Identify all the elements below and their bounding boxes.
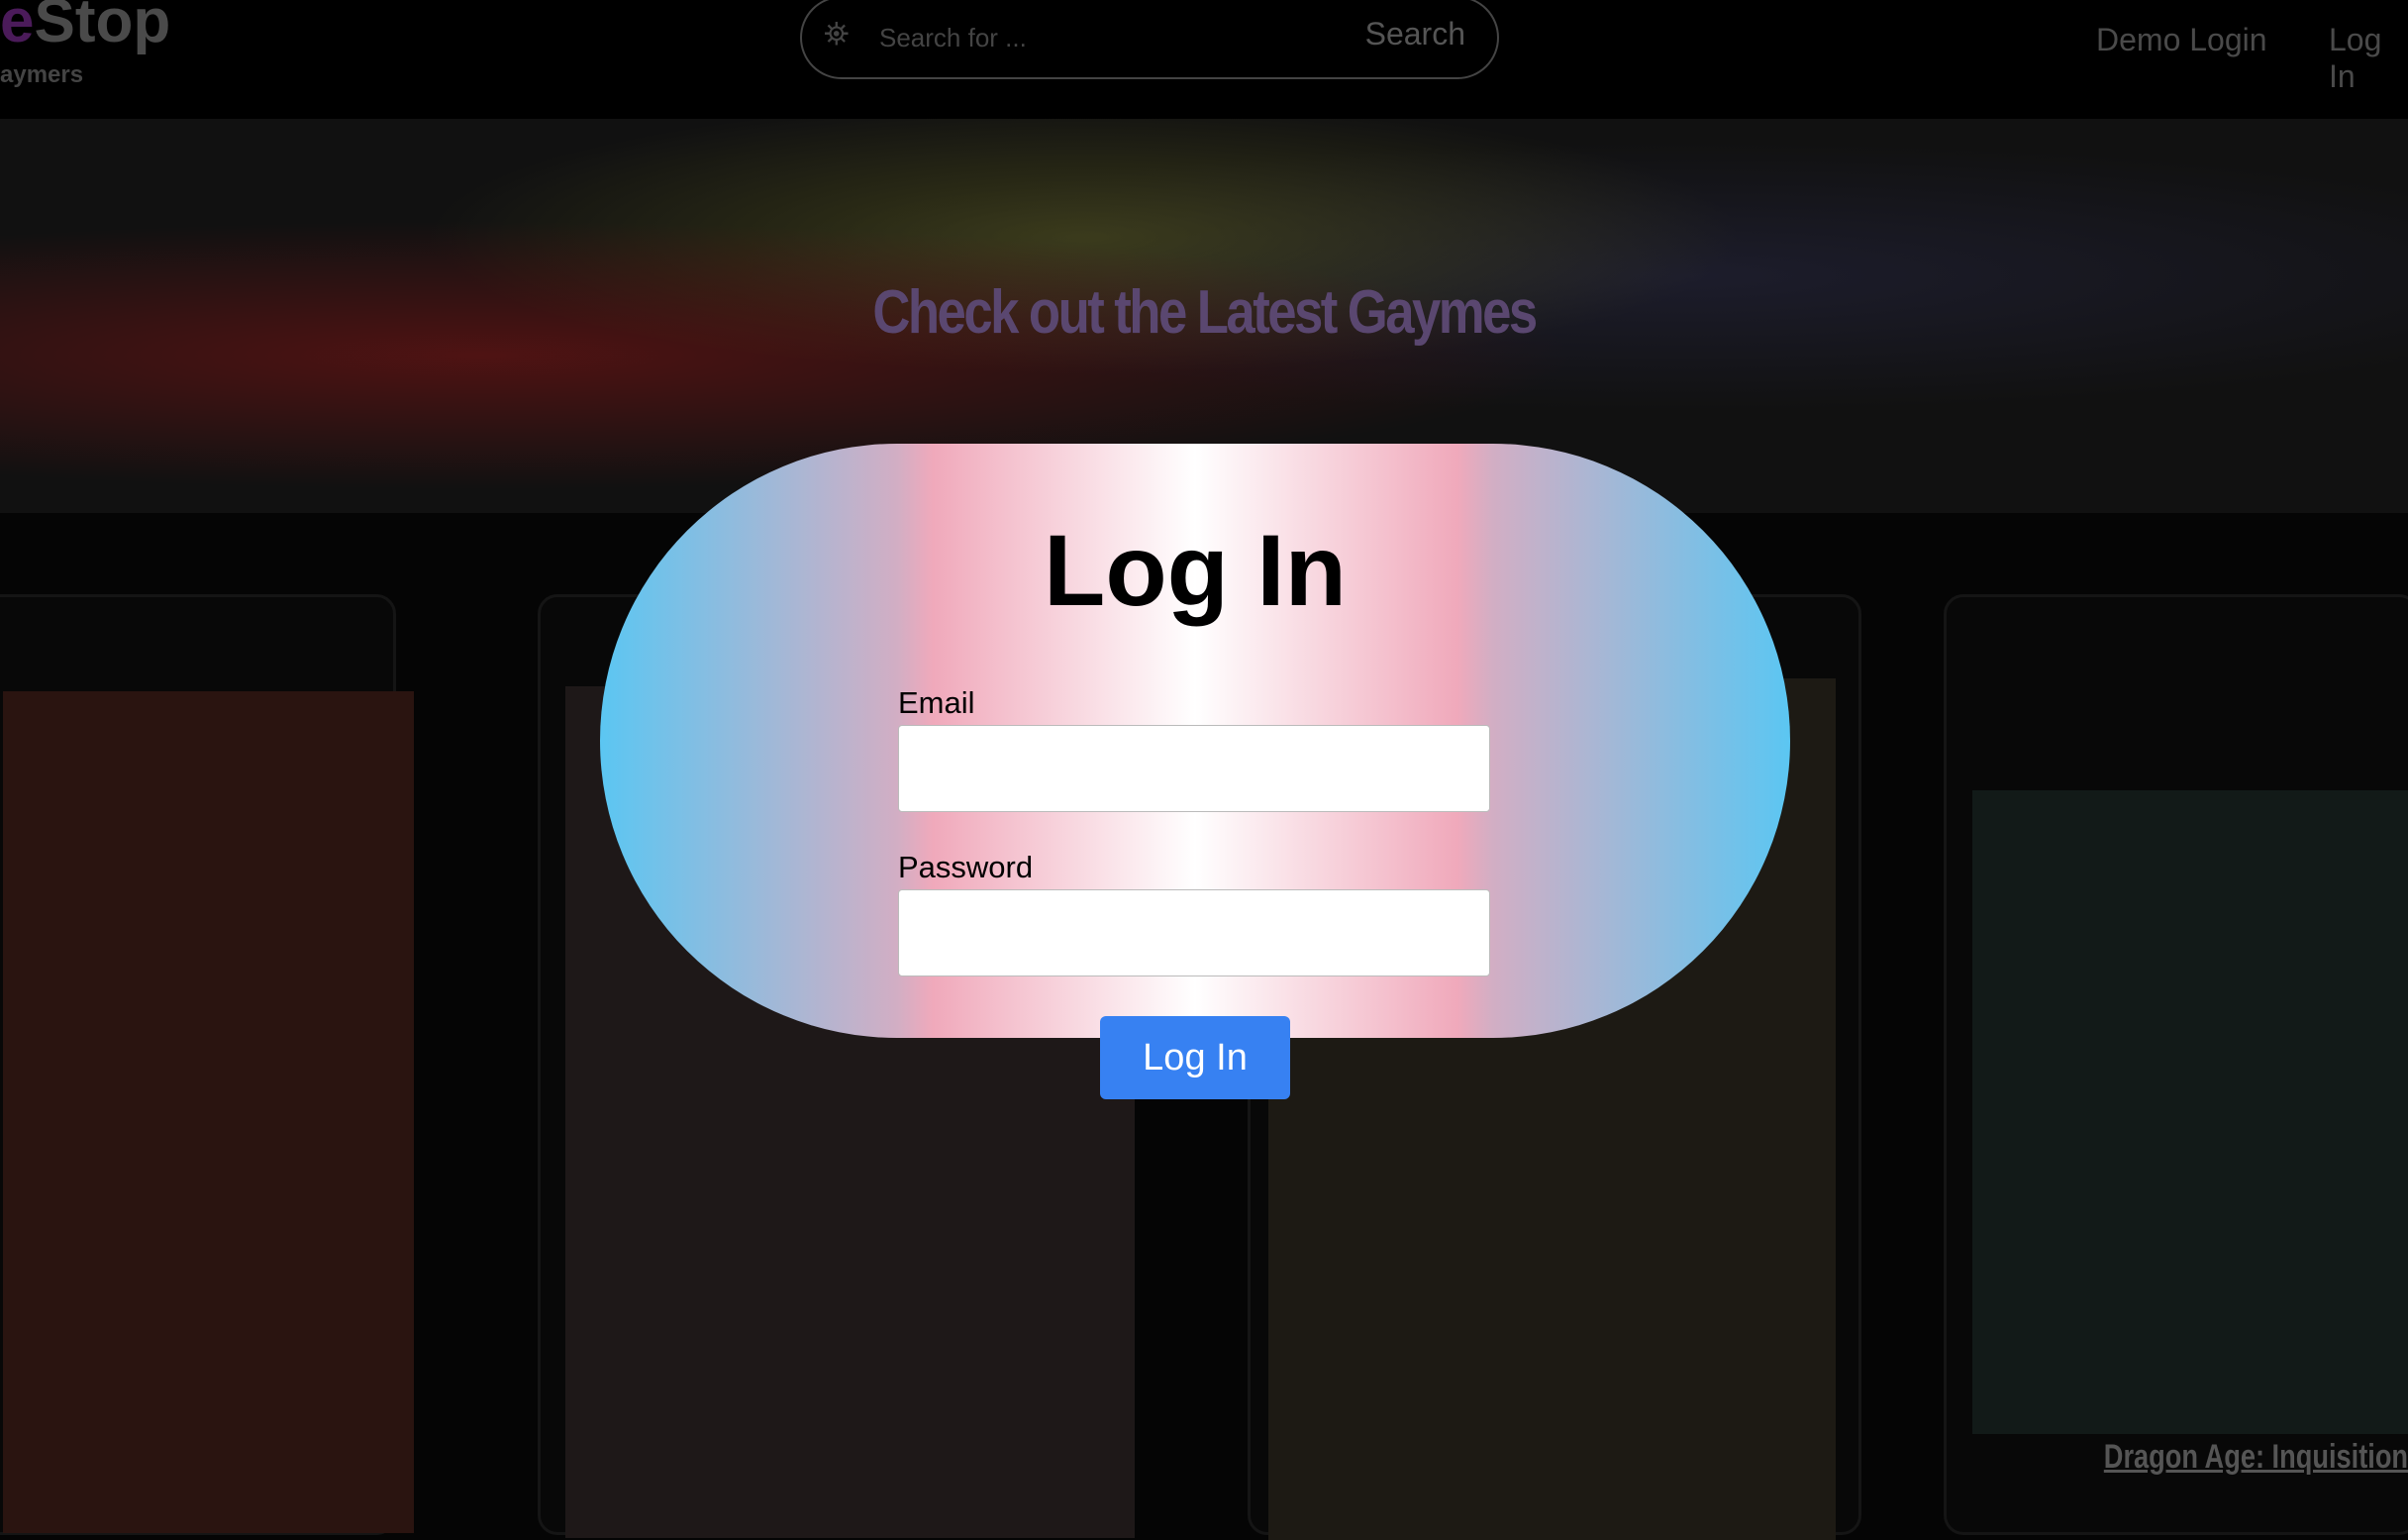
- login-modal: Log In Email Password: [600, 444, 1790, 1038]
- password-field[interactable]: [898, 889, 1490, 976]
- email-field[interactable]: [898, 725, 1490, 812]
- banner-heading: Check out the Latest Gaymes: [872, 278, 1538, 347]
- binoculars-icon: ⛯: [824, 16, 850, 51]
- search-button[interactable]: Search: [1365, 16, 1465, 52]
- game-title-link[interactable]: Dragon Age: Inquisition: [2104, 1438, 2408, 1477]
- logo-tagline: aymers: [0, 61, 84, 88]
- demo-login-link[interactable]: Demo Login: [2096, 22, 2267, 58]
- game-cover-image[interactable]: [1972, 790, 2408, 1434]
- password-label: Password: [898, 850, 1034, 884]
- logo[interactable]: eStop: [0, 0, 170, 56]
- search-input[interactable]: [879, 18, 1275, 57]
- modal-title: Log In: [1044, 514, 1347, 627]
- login-link[interactable]: Log In: [2329, 22, 2408, 95]
- game-card[interactable]: [1944, 594, 2408, 1535]
- game-card[interactable]: [0, 594, 414, 1535]
- email-label: Email: [898, 685, 975, 720]
- top-nav: eStop aymers ⛯ Search Demo Login Log In: [0, 0, 2408, 119]
- game-cover-image[interactable]: [3, 691, 414, 1533]
- search-bar: ⛯ Search: [800, 0, 1499, 79]
- login-submit-button[interactable]: Log In: [1100, 1016, 1290, 1099]
